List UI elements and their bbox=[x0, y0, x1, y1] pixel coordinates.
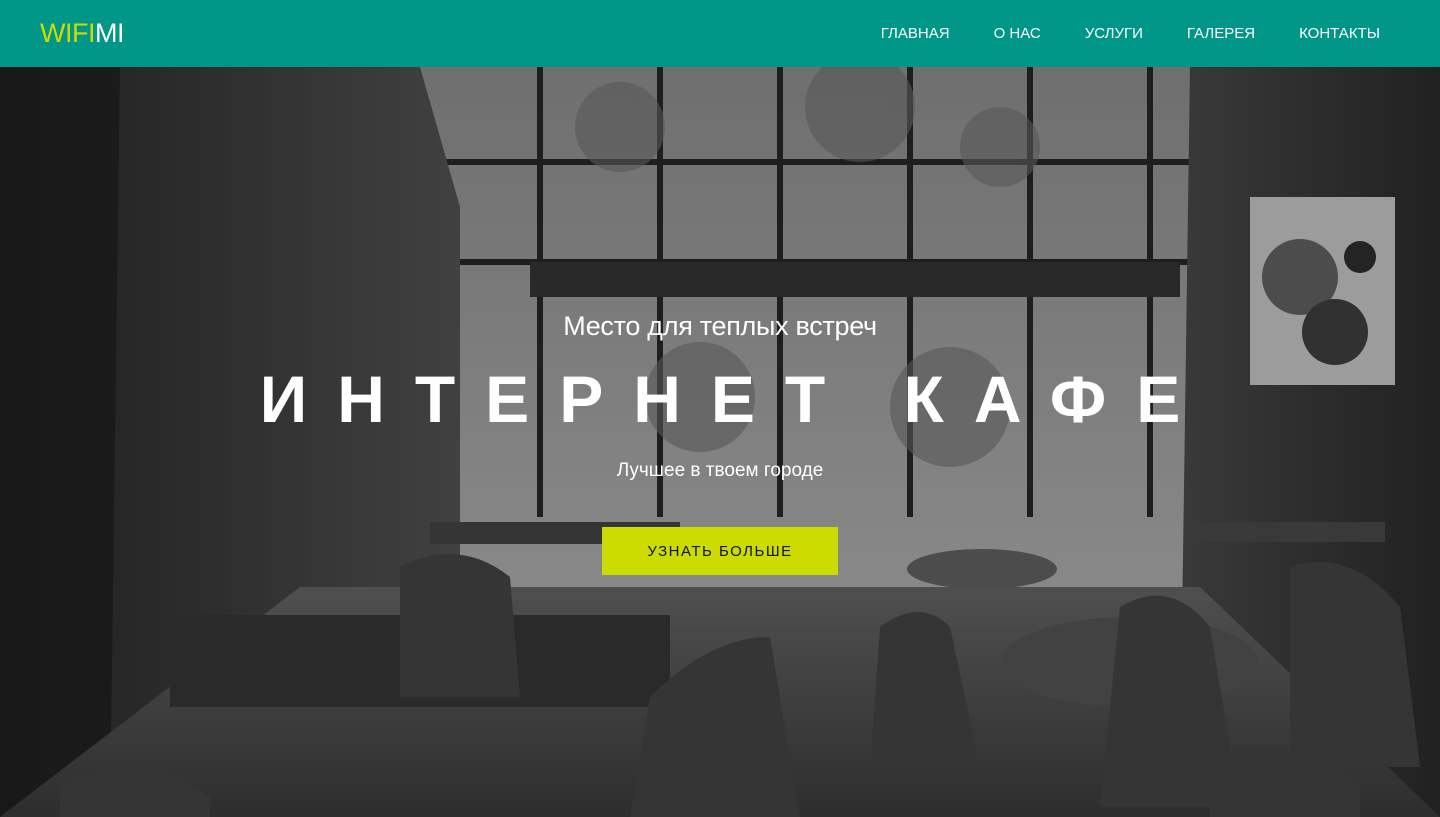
nav-item-services[interactable]: УСЛУГИ bbox=[1085, 25, 1143, 42]
hero-content: Место для теплых встреч ИНТЕРНЕТ КАФЕ Лу… bbox=[0, 67, 1440, 817]
nav-item-home[interactable]: ГЛАВНАЯ bbox=[881, 25, 950, 42]
nav-item-contacts[interactable]: КОНТАКТЫ bbox=[1299, 25, 1380, 42]
logo[interactable]: WIFIMI bbox=[40, 18, 124, 49]
hero-title: ИНТЕРНЕТ КАФЕ bbox=[259, 362, 1211, 436]
learn-more-button[interactable]: УЗНАТЬ БОЛЬШЕ bbox=[602, 527, 838, 575]
nav-item-about[interactable]: О НАС bbox=[994, 25, 1041, 42]
nav-item-gallery[interactable]: ГАЛЕРЕЯ bbox=[1187, 25, 1255, 42]
site-header: WIFIMI ГЛАВНАЯ О НАС УСЛУГИ ГАЛЕРЕЯ КОНТ… bbox=[0, 0, 1440, 67]
hero-subtitle: Место для теплых встреч bbox=[563, 311, 877, 341]
logo-part-wifi: WIFI bbox=[40, 18, 95, 48]
main-nav: ГЛАВНАЯ О НАС УСЛУГИ ГАЛЕРЕЯ КОНТАКТЫ bbox=[881, 25, 1380, 42]
hero-tagline: Лучшее в твоем городе bbox=[616, 460, 824, 481]
logo-part-mi: MI bbox=[94, 18, 125, 48]
hero-section: Место для теплых встреч ИНТЕРНЕТ КАФЕ Лу… bbox=[0, 67, 1440, 817]
